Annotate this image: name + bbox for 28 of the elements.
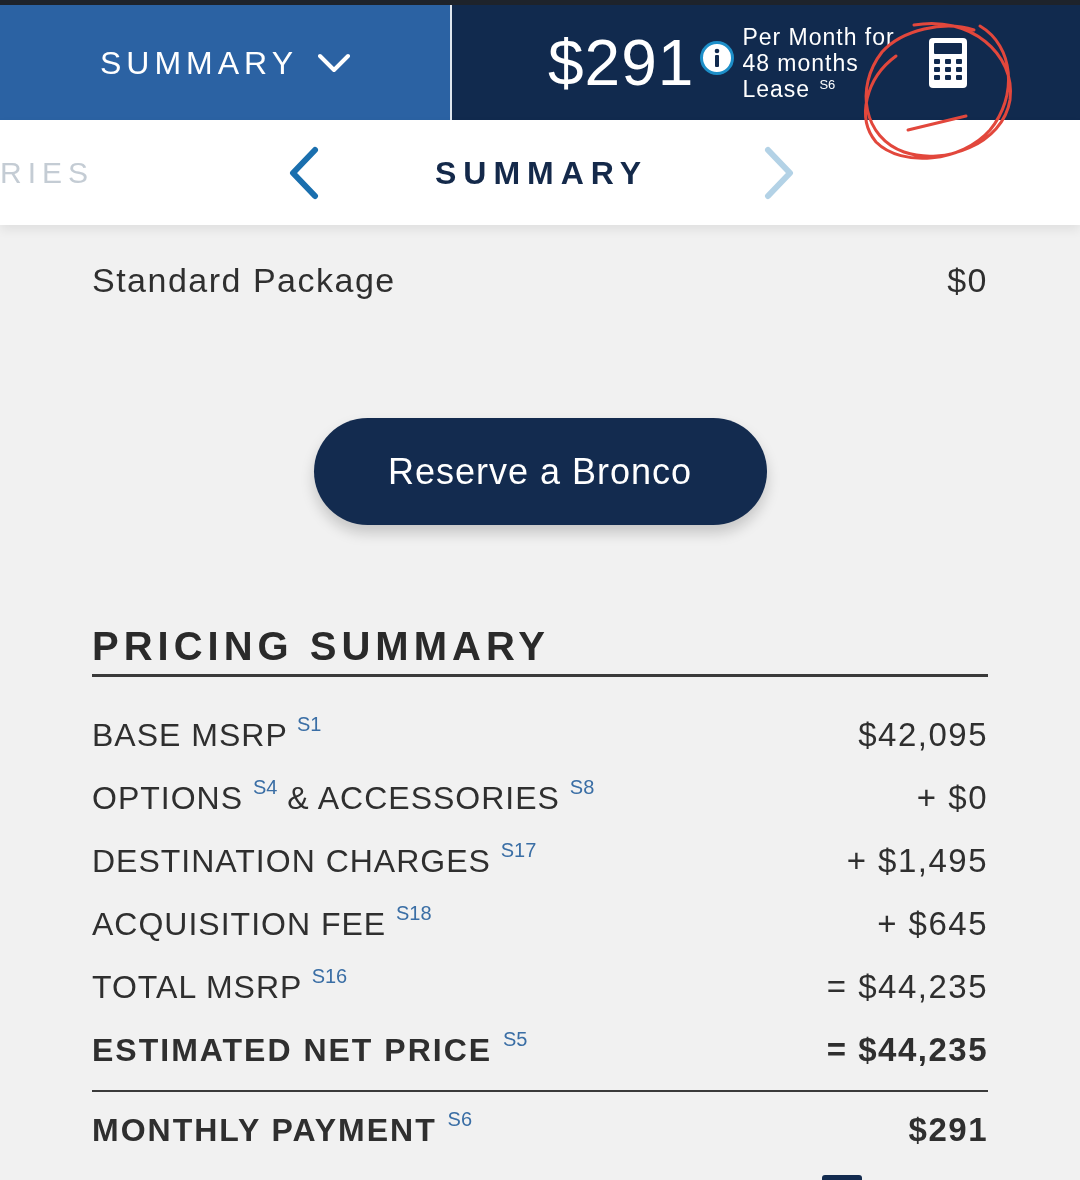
payment-terms-text: Lease $^{S6}$ xyxy=(742,75,837,102)
info-icon[interactable] xyxy=(700,40,735,75)
price-label: ESTIMATED NET PRICE $^{S5}$ xyxy=(92,1033,528,1066)
price-label: DESTINATION CHARGES $^{S17}$ xyxy=(92,844,537,877)
reserve-button[interactable]: Reserve a Bronco xyxy=(313,418,767,525)
pricing-summary-heading: PRICING SUMMARY xyxy=(92,626,550,666)
price-label: OPTIONS $^{S4}$ & ACCESSORIES $^{S8}$ xyxy=(92,781,595,814)
calculator-icon[interactable] xyxy=(929,37,968,88)
payment-terms-text: Per Month for xyxy=(742,23,896,50)
hidden-panel-edge xyxy=(822,1175,862,1180)
price-value: + $1,495 xyxy=(846,844,988,877)
chevron-down-icon xyxy=(318,52,350,73)
summary-dropdown[interactable]: SUMMARY xyxy=(0,5,450,120)
monthly-payment-label: MONTHLY PAYMENT $^{S6}$ xyxy=(92,1113,473,1146)
price-label: BASE MSRP $^{S1}$ xyxy=(92,718,322,751)
package-name: Standard Package xyxy=(92,263,396,297)
monthly-price: $291 xyxy=(548,30,695,95)
price-label: TOTAL MSRP $^{S16}$ xyxy=(92,970,348,1003)
monthly-payment-value: $291 xyxy=(908,1113,988,1146)
price-value: + $0 xyxy=(916,781,988,814)
price-value: + $645 xyxy=(877,907,988,940)
price-value: = $44,235 xyxy=(826,1033,988,1066)
section-title: SUMMARY xyxy=(434,156,649,189)
package-price: $0 xyxy=(947,263,988,297)
price-value: $42,095 xyxy=(858,718,988,751)
price-label: ACQUISITION FEE $^{S18}$ xyxy=(92,907,432,940)
payment-terms-text: 48 months xyxy=(742,49,860,76)
price-value: = $44,235 xyxy=(826,970,988,1003)
